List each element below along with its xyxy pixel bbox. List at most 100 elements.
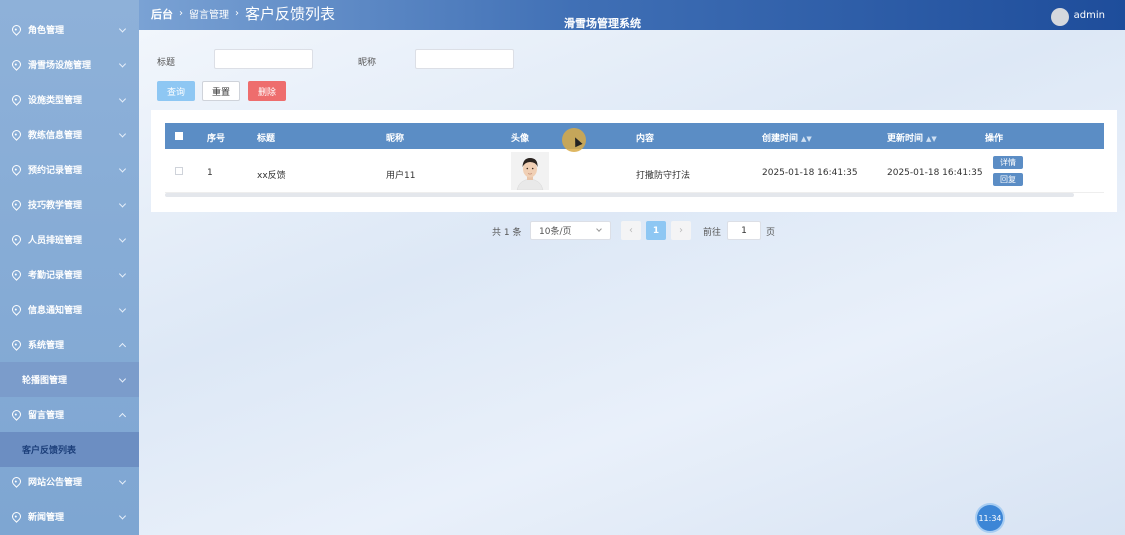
clock-badge[interactable]: 11:34 [977,505,1003,531]
col-header-title: 标题 [257,134,276,144]
horizontal-scrollbar[interactable] [165,193,1074,197]
breadcrumb: 后台 › 留言管理 › 客户反馈列表 [151,3,335,24]
sidebar-item-teaching[interactable]: 技巧教学管理 [0,187,139,222]
chevron-down-icon [596,226,602,232]
location-icon [10,128,23,141]
reset-button[interactable]: 重置 [202,81,240,101]
nickname-search-input[interactable] [415,49,514,69]
location-icon [10,163,23,176]
user-avatar-image [511,152,549,190]
username: admin [1073,9,1105,21]
chevron-down-icon [118,476,127,485]
sidebar-item-feedback[interactable]: 客户反馈列表 [0,432,139,467]
chevron-down-icon [118,59,127,68]
user-menu[interactable]: admin [1050,4,1105,26]
row-title: xx反馈 [257,171,286,181]
breadcrumb-separator-icon: › [235,8,239,19]
sort-icon[interactable]: ▲▼ [926,135,937,143]
sidebar-item-label: 轮播图管理 [22,376,68,386]
location-icon [10,58,23,71]
sidebar-item-label: 新闻管理 [28,513,65,523]
chevron-down-icon [118,24,127,33]
nickname-label: 昵称 [358,58,377,68]
location-icon [10,268,23,281]
page-size-select[interactable]: 10条/页 [530,221,611,240]
chevron-down-icon [118,269,127,278]
col-header-created[interactable]: 创建时间 ▲▼ [762,131,812,144]
sidebar-item-label: 角色管理 [28,26,65,36]
sidebar-item-notice[interactable]: 信息通知管理 [0,292,139,327]
location-icon [10,408,23,421]
sidebar-item-label: 信息通知管理 [28,306,83,316]
system-title: 滑雪场管理系统 [564,17,641,30]
location-icon [10,303,23,316]
sidebar-item-label: 滑雪场设施管理 [28,61,92,71]
col-header-index: 序号 [207,134,226,144]
sidebar-item-attendance[interactable]: 考勤记录管理 [0,257,139,292]
location-icon [10,475,23,488]
row-checkbox[interactable] [175,167,183,175]
top-header: 后台 › 留言管理 › 客户反馈列表 滑雪场管理系统 admin [139,0,1125,30]
chevron-down-icon [118,234,127,243]
sidebar-item-label: 技巧教学管理 [28,201,83,211]
location-icon [10,23,23,36]
col-header-avatar: 头像 [511,134,530,144]
chevron-down-icon [118,374,127,383]
chevron-down-icon [118,199,127,208]
location-icon [10,510,23,523]
query-button[interactable]: 查询 [157,81,195,101]
sidebar-item-label: 客户反馈列表 [22,446,77,456]
chevron-up-icon [118,412,127,420]
breadcrumb-home[interactable]: 后台 [151,6,173,22]
detail-button[interactable]: 详情 [993,156,1023,169]
sidebar-item-label: 预约记录管理 [28,166,83,176]
sidebar-item-role[interactable]: 角色管理 [0,12,139,47]
sidebar-item-booking[interactable]: 预约记录管理 [0,152,139,187]
next-page-button[interactable]: › [671,221,691,240]
sidebar-item-carousel[interactable]: 轮播图管理 [0,362,139,397]
breadcrumb-section[interactable]: 留言管理 [189,6,229,21]
sidebar-item-label: 教练信息管理 [28,131,83,141]
sidebar-item-news[interactable]: 新闻管理 [0,499,139,534]
sidebar-item-label: 考勤记录管理 [28,271,83,281]
col-header-updated[interactable]: 更新时间 ▲▼ [887,131,937,144]
page-size-value: 10条/页 [539,227,572,237]
chevron-down-icon [118,304,127,313]
title-search-input[interactable] [214,49,313,69]
delete-button[interactable]: 删除 [248,81,286,101]
location-icon [10,198,23,211]
sort-icon[interactable]: ▲▼ [801,135,812,143]
sidebar: 角色管理 滑雪场设施管理 设施类型管理 教练信息管理 预约记录管理 技巧教学管理… [0,0,139,535]
row-created-time: 2025-01-18 16:41:35 [762,168,858,178]
page-unit-label: 页 [766,227,776,238]
chevron-down-icon [118,511,127,520]
page-number-button[interactable]: 1 [646,221,666,240]
sidebar-item-label: 网站公告管理 [28,478,83,488]
select-all-checkbox[interactable] [175,132,183,140]
sidebar-item-message[interactable]: 留言管理 [0,397,139,432]
prev-page-button[interactable]: ‹ [621,221,641,240]
row-content: 打撒防守打法 [636,171,691,181]
table-row: 1 xx反馈 用户11 打撒防守打法 2025-01-18 16:41:35 2… [165,149,1104,193]
sidebar-item-system[interactable]: 系统管理 [0,327,139,362]
location-icon [10,338,23,351]
row-index: 1 [207,168,213,178]
table-header: 序号 标题 昵称 头像 内容 创建时间 ▲▼ 更新时间 ▲▼ 操作 [165,123,1104,149]
sidebar-item-schedule[interactable]: 人员排班管理 [0,222,139,257]
sidebar-item-facility[interactable]: 滑雪场设施管理 [0,47,139,82]
pagination-total: 共 1 条 [492,227,522,238]
col-header-updated-label: 更新时间 [887,134,924,144]
sidebar-item-facility-type[interactable]: 设施类型管理 [0,82,139,117]
location-icon [10,233,23,246]
goto-page-input[interactable]: 1 [727,221,761,240]
chevron-down-icon [118,164,127,173]
sidebar-item-coach[interactable]: 教练信息管理 [0,117,139,152]
row-updated-time: 2025-01-18 16:41:35 [887,168,983,178]
col-header-created-label: 创建时间 [762,134,799,144]
breadcrumb-separator-icon: › [179,8,183,19]
avatar [1050,8,1069,26]
feedback-table-card: 序号 标题 昵称 头像 内容 创建时间 ▲▼ 更新时间 ▲▼ 操作 1 xx反馈 用… [151,110,1117,212]
reply-button[interactable]: 回复 [993,173,1023,186]
sidebar-item-label: 人员排班管理 [28,236,83,246]
sidebar-item-announcement[interactable]: 网站公告管理 [0,464,139,499]
